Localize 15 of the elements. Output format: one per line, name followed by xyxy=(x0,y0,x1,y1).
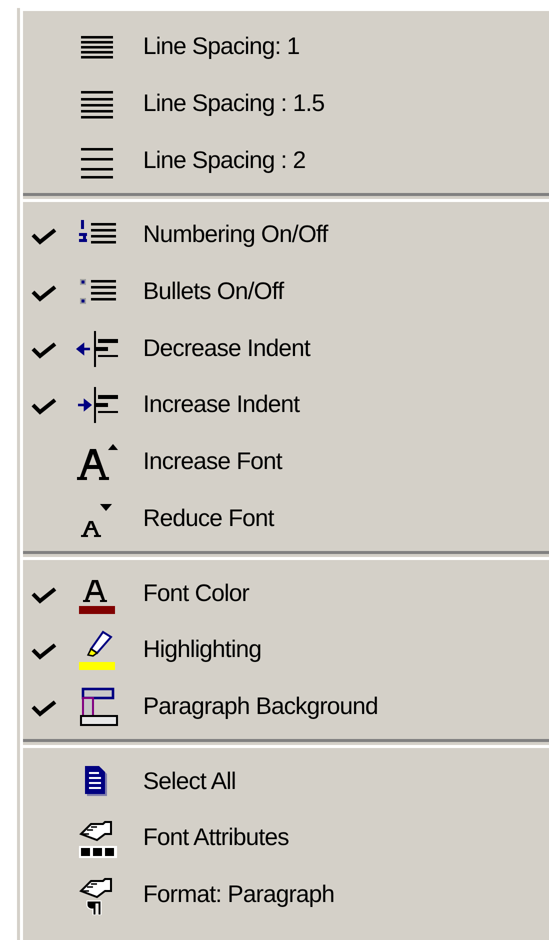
menu-item[interactable]: Paragraph Background xyxy=(143,692,378,721)
menu-item[interactable]: Font Attributes xyxy=(143,824,289,852)
menu-item[interactable]: Increase Font xyxy=(143,448,282,476)
menu-item[interactable]: Decrease Indent xyxy=(143,334,310,363)
menu-item[interactable]: Line Spacing: 1 xyxy=(143,33,300,62)
menu-item[interactable]: Bullets On/Off xyxy=(143,278,284,306)
menu-item[interactable]: Reduce Font xyxy=(143,504,274,533)
menu-item[interactable]: Select All xyxy=(143,768,236,796)
menu-item[interactable]: Font Color xyxy=(143,580,250,608)
menu-item[interactable]: Line Spacing : 2 xyxy=(143,146,306,175)
menu-item[interactable]: Numbering On/Off xyxy=(143,221,328,250)
menu-item[interactable]: Highlighting xyxy=(143,636,262,664)
menu-item[interactable]: Format: Paragraph xyxy=(143,880,334,909)
menu-item[interactable]: Increase Indent xyxy=(143,391,300,420)
menu-item[interactable]: Line Spacing : 1.5 xyxy=(143,90,324,118)
